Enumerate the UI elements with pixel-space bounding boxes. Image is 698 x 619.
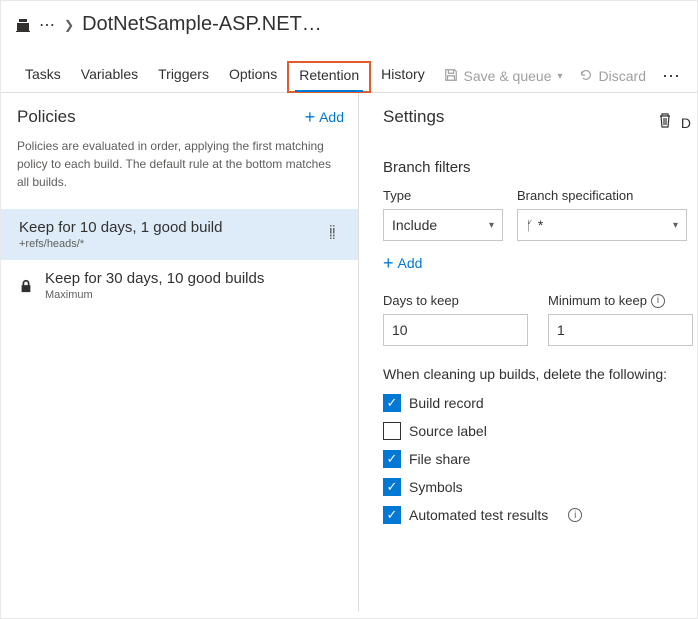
minimum-to-keep-label: Minimum to keep i: [548, 293, 693, 308]
save-and-queue-button[interactable]: Save & queue ▾: [436, 62, 571, 91]
branch-filters-heading: Branch filters: [383, 159, 697, 176]
days-to-keep-input[interactable]: 10: [383, 314, 528, 346]
policy-sub: Maximum: [45, 289, 264, 301]
checkbox-file-share[interactable]: ✓ File share: [383, 450, 697, 468]
info-icon[interactable]: i: [651, 294, 665, 308]
discard-button[interactable]: Discard: [571, 62, 654, 91]
tab-options[interactable]: Options: [219, 60, 287, 92]
pipeline-title[interactable]: DotNetSample-ASP.NET…: [82, 13, 322, 36]
tab-bar: Tasks Variables Triggers Options Retenti…: [1, 42, 697, 93]
policy-name: Keep for 10 days, 1 good build: [19, 219, 222, 236]
checkbox-icon: ✓: [383, 506, 401, 524]
checkbox-icon: ✓: [383, 478, 401, 496]
checkbox-icon: ✓: [383, 450, 401, 468]
days-to-keep-label: Days to keep: [383, 293, 528, 308]
tab-history[interactable]: History: [371, 60, 435, 92]
policies-description: Policies are evaluated in order, applyin…: [1, 133, 358, 209]
tab-variables[interactable]: Variables: [71, 60, 148, 92]
project-icon: [15, 17, 31, 33]
policy-item[interactable]: Keep for 10 days, 1 good build +refs/hea…: [1, 209, 358, 260]
policy-name: Keep for 30 days, 10 good builds: [45, 270, 264, 287]
policies-panel: Policies + Add Policies are evaluated in…: [1, 93, 359, 612]
type-label: Type: [383, 188, 503, 203]
branch-spec-label: Branch specification: [517, 188, 687, 203]
undo-icon: [579, 68, 593, 85]
checkbox-icon: [383, 422, 401, 440]
chevron-down-icon: ▾: [558, 71, 563, 82]
info-icon[interactable]: i: [568, 508, 582, 522]
tab-retention[interactable]: Retention: [287, 61, 371, 93]
chevron-down-icon: ▾: [673, 220, 678, 231]
checkbox-icon: ✓: [383, 394, 401, 412]
checkbox-symbols[interactable]: ✓ Symbols: [383, 478, 697, 496]
plus-icon: +: [305, 110, 316, 124]
breadcrumb-overflow[interactable]: ⋯: [39, 15, 56, 35]
checkbox-build-record[interactable]: ✓ Build record: [383, 394, 697, 412]
branch-icon: ᚶ: [526, 218, 534, 233]
settings-panel: Settings D Branch filters Type Include ▾…: [359, 93, 697, 612]
add-policy-button[interactable]: + Add: [305, 109, 344, 125]
chevron-down-icon: ▾: [489, 220, 494, 231]
cleanup-label: When cleaning up builds, delete the foll…: [383, 366, 697, 382]
save-icon: [444, 68, 458, 85]
delete-button[interactable]: D: [657, 112, 691, 131]
drag-handle-icon[interactable]: ⠿⠿⠿: [329, 229, 342, 240]
tab-triggers[interactable]: Triggers: [148, 60, 219, 92]
checkbox-source-label[interactable]: Source label: [383, 422, 697, 440]
settings-heading: Settings: [383, 107, 444, 127]
minimum-to-keep-input[interactable]: 1: [548, 314, 693, 346]
branch-spec-select[interactable]: ᚶ* ▾: [517, 209, 687, 241]
more-actions-button[interactable]: ⋯: [654, 62, 683, 91]
chevron-right-icon: ❯: [64, 18, 74, 32]
plus-icon: +: [383, 256, 394, 270]
add-branch-filter-button[interactable]: + Add: [383, 255, 697, 271]
checkbox-automated-test-results[interactable]: ✓ Automated test results i: [383, 506, 697, 524]
lock-icon: [19, 279, 33, 293]
policy-item[interactable]: Keep for 30 days, 10 good builds Maximum: [1, 260, 358, 311]
policies-heading: Policies: [17, 107, 76, 127]
policy-sub: +refs/heads/*: [19, 238, 222, 250]
tab-tasks[interactable]: Tasks: [15, 60, 71, 92]
breadcrumb: ⋯ ❯ DotNetSample-ASP.NET…: [1, 1, 697, 42]
type-select[interactable]: Include ▾: [383, 209, 503, 241]
